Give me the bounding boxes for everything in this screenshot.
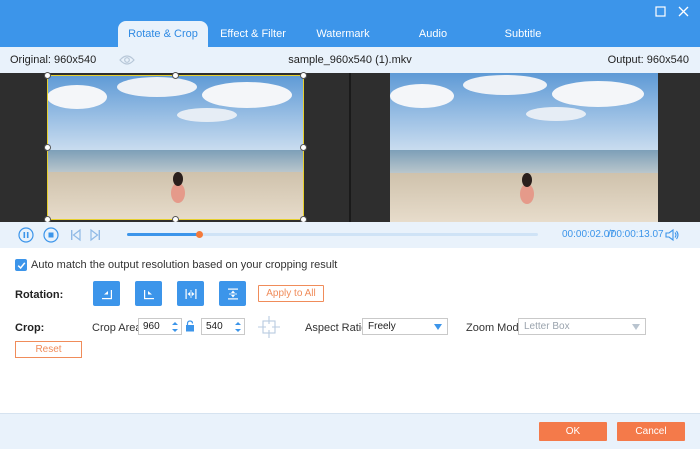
restore-icon[interactable]	[652, 3, 668, 19]
rotate-right-button[interactable]	[135, 281, 162, 306]
tab-subtitle[interactable]: Subtitle	[478, 21, 568, 47]
flip-vertical-button[interactable]	[219, 281, 246, 306]
stepper-arrows-icon	[235, 322, 241, 332]
close-icon[interactable]	[675, 3, 691, 19]
tab-bar: Rotate & Crop Effect & Filter Watermark …	[118, 21, 568, 47]
video-preview	[0, 72, 700, 223]
rotation-label: Rotation:	[15, 289, 64, 301]
stop-icon[interactable]	[43, 227, 59, 243]
ok-button[interactable]: OK	[539, 422, 607, 441]
info-row: Original: 960x540 sample_960x540 (1).mkv…	[0, 47, 700, 73]
output-resolution: Output: 960x540	[607, 54, 689, 66]
apply-to-all-button[interactable]: Apply to All	[258, 285, 324, 302]
pause-icon[interactable]	[18, 227, 34, 243]
crop-handle[interactable]	[300, 144, 307, 151]
playback-bar: 00:00:02.07 /00:00:13.07	[0, 222, 700, 248]
lock-icon[interactable]	[185, 320, 195, 332]
previous-frame-icon[interactable]	[68, 227, 84, 243]
crop-width-stepper[interactable]: 960	[138, 318, 182, 335]
rotate-right-icon	[143, 289, 154, 299]
current-time: 00:00:02.07	[562, 229, 615, 240]
flip-horizontal-button[interactable]	[177, 281, 204, 306]
crop-height-stepper[interactable]: 540	[201, 318, 245, 335]
total-time: /00:00:13.07	[608, 229, 664, 240]
chevron-down-icon	[434, 324, 442, 330]
flip-vertical-icon	[227, 288, 238, 299]
tab-effect-filter[interactable]: Effect & Filter	[208, 21, 298, 47]
output-preview-image	[390, 73, 658, 222]
chevron-down-icon	[632, 324, 640, 330]
next-frame-icon[interactable]	[87, 227, 103, 243]
rotate-left-icon	[101, 289, 112, 299]
stepper-arrows-icon	[172, 322, 178, 332]
seek-bar[interactable]	[127, 231, 538, 238]
flip-horizontal-icon	[185, 288, 196, 299]
footer-bar: OK Cancel	[0, 413, 700, 449]
aspect-ratio-label: Aspect Ratio:	[305, 322, 371, 334]
zoom-mode-value: Letter Box	[524, 321, 570, 332]
auto-match-label: Auto match the output resolution based o…	[31, 259, 338, 271]
title-bar: Rotate & Crop Effect & Filter Watermark …	[0, 0, 700, 47]
tab-rotate-crop[interactable]: Rotate & Crop	[118, 21, 208, 47]
file-name: sample_960x540 (1).mkv	[288, 54, 412, 66]
crop-frame[interactable]	[47, 75, 304, 220]
crop-height-value: 540	[206, 321, 223, 332]
aspect-ratio-select[interactable]: Freely	[362, 318, 448, 335]
crop-handle[interactable]	[44, 144, 51, 151]
crop-area-label: Crop Area:	[92, 322, 145, 334]
reset-button[interactable]: Reset	[15, 341, 82, 358]
tab-watermark[interactable]: Watermark	[298, 21, 388, 47]
cancel-button[interactable]: Cancel	[617, 422, 685, 441]
crop-handle[interactable]	[172, 72, 179, 79]
crop-handle[interactable]	[44, 72, 51, 79]
seek-progress	[127, 233, 199, 236]
seek-knob[interactable]	[195, 231, 203, 238]
crop-label: Crop:	[15, 322, 45, 334]
aspect-ratio-value: Freely	[368, 321, 396, 332]
crop-handle[interactable]	[300, 72, 307, 79]
rotate-left-button[interactable]	[93, 281, 120, 306]
crop-width-value: 960	[143, 321, 160, 332]
volume-icon[interactable]	[664, 228, 680, 242]
center-crop-icon[interactable]	[258, 316, 280, 338]
auto-match-checkbox[interactable]	[15, 259, 27, 271]
tab-audio[interactable]: Audio	[388, 21, 478, 47]
auto-match-row: Auto match the output resolution based o…	[15, 259, 337, 271]
preview-divider	[349, 73, 351, 222]
zoom-mode-select[interactable]: Letter Box	[518, 318, 646, 335]
